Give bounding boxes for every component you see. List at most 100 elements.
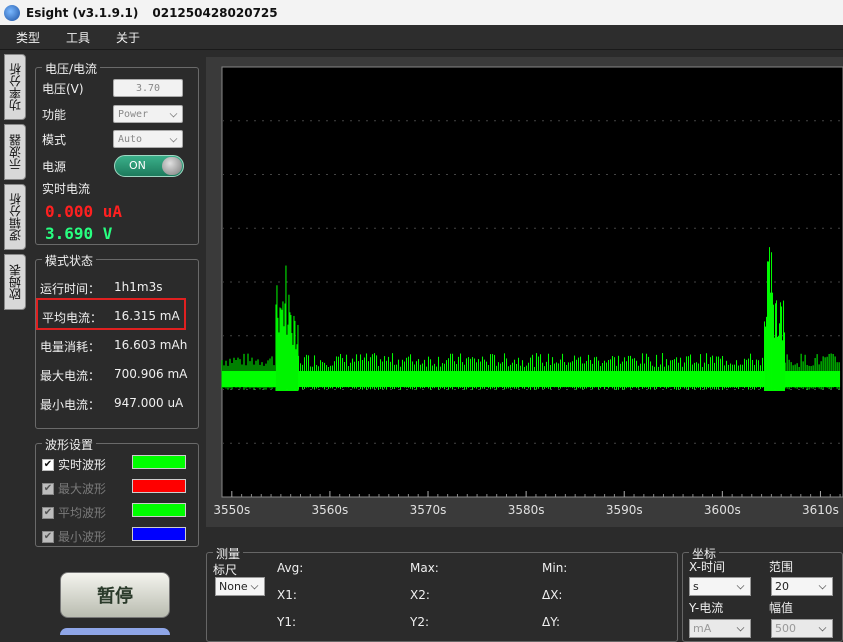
app-logo-icon [4,4,20,21]
avg-current-value: 16.315 mA [114,309,180,323]
runtime-value: 1h1m3s [114,280,163,294]
waveform-label: 最小波形 [58,530,107,544]
live-voltage-value: 3.690 V [45,224,113,243]
side-tabs: 功率分析 示波器 逻辑分析 欧姆表 [4,54,26,314]
x-tick-label: 3600s [704,503,741,517]
x2-label: X2: [410,588,430,602]
waveform-max-checkbox: ✔ 最大波形 [42,480,106,497]
mode-status-panel: 模式状态 运行时间： 1h1m3s 平均电流： 16.315 mA 电量消耗： … [35,252,199,429]
ruler-label: 标尺 [213,563,238,577]
max-current-label: 最大电流： [40,369,101,383]
ruler-select[interactable]: None [215,577,265,596]
voltage-input[interactable]: 3.70 [113,79,183,97]
max-label: Max: [410,561,439,575]
power-toggle[interactable]: ON [114,155,184,177]
tab-oscilloscope[interactable]: 示波器 [4,124,26,180]
tab-power-analysis[interactable]: 功率分析 [4,54,26,120]
x-tick-label: 3580s [508,503,545,517]
toggle-knob [162,157,182,175]
chevron-down-icon [250,581,259,590]
live-current-value: 0.000 uA [45,202,123,221]
menu-bar: 类型 工具 关于 [0,25,843,50]
dy-label: ΔY: [542,615,560,629]
x-unit-select[interactable]: s [689,577,751,596]
x-axis-label: X-时间 [689,560,725,574]
y1-label: Y1: [277,615,297,629]
coords-panel: 坐标 X-时间 s 范围 20 Y-电流 mA 幅值 500 [682,545,843,642]
min-current-value: 947.000 uA [114,396,184,410]
y-unit-value: mA [693,622,712,635]
color-swatch-max [132,479,186,493]
waveform-label: 最大波形 [58,482,107,496]
power-panel: 电压/电流 电压(V) 3.70 功能 Power 模式 Auto 电源 ON … [35,60,199,245]
amplitude-label: 幅值 [769,601,794,615]
x-tick-label: 3610s [802,503,839,517]
color-swatch-min [132,527,186,541]
title-bar: Esight (v3.1.9.1) 021250428020725 [0,0,843,25]
device-id: 021250428020725 [152,5,278,20]
dx-label: ΔX: [542,588,563,602]
range-label: 范围 [769,560,794,574]
chevron-down-icon [736,623,745,632]
waveform-plot-frame: 3550s 3560s 3570s 3580s 3590s 3600s 3610s [206,57,843,527]
mode-select[interactable]: Auto [113,130,183,148]
mode-status-title: 模式状态 [42,252,97,269]
pause-button[interactable]: 暂停 [60,572,170,618]
amplitude-value: 500 [775,622,796,635]
checkbox-checked-icon: ✔ [42,482,54,495]
measure-panel: 测量 标尺 None Avg: Max: Min: X1: X2: ΔX: Y1… [206,545,678,642]
energy-label: 电量消耗： [40,340,101,354]
min-label: Min: [542,561,568,575]
x-tick-label: 3590s [606,503,643,517]
waveform-realtime-checkbox[interactable]: ✔ 实时波形 [42,456,106,473]
color-swatch-realtime[interactable] [132,455,186,469]
avg-current-label: 平均电流： [42,311,103,325]
min-current-label: 最小电流： [40,398,101,412]
plot-area [221,66,843,498]
waveform-avg-checkbox: ✔ 平均波形 [42,504,106,521]
x-tick-label: 3550s [213,503,250,517]
mode-select-value: Auto [118,133,143,145]
waveform-label: 平均波形 [58,506,107,520]
menu-tools[interactable]: 工具 [50,29,100,46]
waveform-settings-title: 波形设置 [42,436,97,453]
max-current-value: 700.906 mA [114,367,188,381]
checkbox-checked-icon: ✔ [42,506,54,519]
tab-logic-analyzer[interactable]: 逻辑分析 [4,184,26,250]
y-unit-select: mA [689,619,751,638]
y-axis-label: Y-电流 [689,601,724,615]
power-panel-title: 电压/电流 [42,60,101,77]
x-unit-value: s [693,580,699,593]
color-swatch-avg [132,503,186,517]
range-value: 20 [775,580,789,593]
waveform-label: 实时波形 [58,458,107,472]
chevron-down-icon [169,109,178,118]
mode-label: 模式 [42,133,67,147]
x-tick-label: 3570s [410,503,447,517]
range-select[interactable]: 20 [771,577,833,596]
x-tick-label: 3560s [312,503,349,517]
tab-ohmmeter[interactable]: 欧姆表 [4,254,26,310]
live-current-label: 实时电流 [42,182,91,196]
menu-type[interactable]: 类型 [0,29,50,46]
app-title: Esight (v3.1.9.1) [26,5,139,20]
chevron-down-icon [818,623,827,632]
checkbox-checked-icon: ✔ [42,530,54,543]
chevron-down-icon [818,581,827,590]
voltage-label: 电压(V) [42,82,84,96]
secondary-button[interactable] [60,628,170,635]
ruler-select-value: None [219,580,248,593]
x1-label: X1: [277,588,297,602]
checkbox-checked-icon: ✔ [42,458,54,471]
measure-title: 测量 [213,545,244,562]
runtime-label: 运行时间： [40,282,101,296]
menu-about[interactable]: 关于 [100,29,150,46]
waveform-chart[interactable]: 3550s 3560s 3570s 3580s 3590s 3600s 3610s [206,57,843,527]
function-select[interactable]: Power [113,105,183,123]
waveform-settings-panel: 波形设置 ✔ 实时波形 ✔ 最大波形 ✔ 平均波形 ✔ 最小波形 [35,436,199,547]
amplitude-select: 500 [771,619,833,638]
power-label: 电源 [42,160,67,174]
waveform-min-checkbox: ✔ 最小波形 [42,528,106,545]
function-select-value: Power [118,108,149,120]
y2-label: Y2: [410,615,430,629]
